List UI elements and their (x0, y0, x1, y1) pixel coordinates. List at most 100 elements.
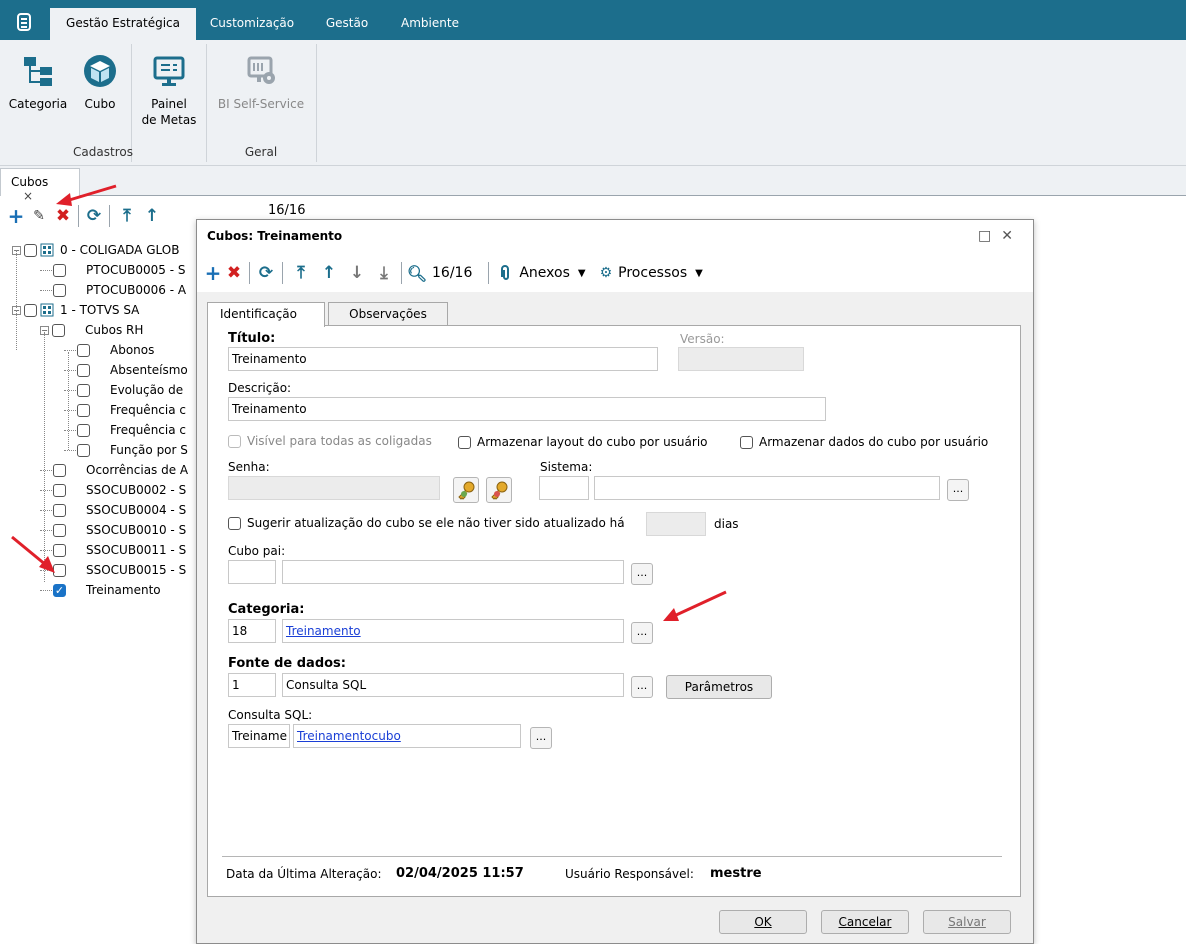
fonte-lookup-button[interactable]: ... (631, 676, 653, 698)
armazenar-layout-checkbox[interactable]: Armazenar layout do cubo por usuário (458, 435, 708, 449)
tree-checkbox[interactable] (52, 323, 65, 337)
node-absenteismo[interactable]: Absenteísmo (64, 360, 188, 380)
categoria-name-link[interactable]: Treinamento (286, 624, 361, 638)
node-ptocub0005[interactable]: PTOCUB0005 - S (40, 260, 186, 280)
node-ssocub0002[interactable]: SSOCUB0002 - S (40, 480, 186, 500)
tree-checkbox[interactable] (77, 383, 90, 397)
dialog-delete-icon[interactable]: ✖ (223, 263, 245, 283)
tree-checkbox[interactable] (53, 523, 66, 537)
tree-checkbox[interactable] (53, 263, 66, 277)
tree-checkbox[interactable] (53, 563, 66, 577)
tab-gestao[interactable]: Gestão (316, 8, 378, 40)
dialog-search-icon[interactable]: 🔍︎ (406, 264, 428, 283)
node-evolucao[interactable]: Evolução de (64, 380, 183, 400)
close-icon[interactable]: ✕ (1001, 228, 1023, 244)
app-menu-button[interactable] (6, 8, 42, 36)
cubo-pai-code-input[interactable] (228, 560, 276, 584)
node-abonos[interactable]: Abonos (64, 340, 154, 360)
cubo-pai-name-input[interactable] (282, 560, 624, 584)
dialog-refresh-icon[interactable]: ⟳ (254, 263, 278, 283)
dialog-next-record-icon[interactable]: ↓ (343, 263, 371, 283)
tree-checkbox[interactable] (77, 443, 90, 457)
delete-icon[interactable]: ✖ (52, 206, 74, 226)
node-treinamento[interactable]: ✓ Treinamento (40, 580, 161, 600)
maximize-icon[interactable]: □ (978, 228, 1001, 244)
node-ssocub0010[interactable]: SSOCUB0010 - S (40, 520, 186, 540)
categoria-code-input[interactable]: 18 (228, 619, 276, 643)
node-frequencia-2[interactable]: Frequência c (64, 420, 186, 440)
tree-checkbox[interactable] (53, 483, 66, 497)
tree-checkbox[interactable] (53, 503, 66, 517)
versao-input[interactable] (678, 347, 804, 371)
tab-close-icon[interactable]: × (23, 189, 33, 203)
tree-checkbox[interactable] (77, 423, 90, 437)
tab-gestao-estrategica[interactable]: Gestão Estratégica (50, 8, 196, 40)
senha-input[interactable] (228, 476, 440, 500)
fonte-name-input[interactable]: Consulta SQL (282, 673, 624, 697)
consulta-lookup-button[interactable]: ... (530, 727, 552, 749)
tree-checkbox[interactable] (77, 363, 90, 377)
node-ptocub0006[interactable]: PTOCUB0006 - A (40, 280, 186, 300)
titulo-input[interactable]: Treinamento (228, 347, 658, 371)
clear-password-button[interactable] (486, 477, 512, 503)
set-password-button[interactable] (453, 477, 479, 503)
tree-checkbox[interactable] (53, 463, 66, 477)
first-record-icon[interactable]: ⤒ (114, 206, 140, 226)
add-icon[interactable]: + (6, 204, 26, 228)
tree-checkbox[interactable] (77, 403, 90, 417)
cubo-button[interactable]: Cubo (74, 48, 126, 112)
node-totvs-sa[interactable]: −1 - TOTVS SA (12, 300, 139, 320)
dialog-anexos-menu[interactable]: Anexos ▼ (499, 265, 586, 281)
sistema-lookup-button[interactable]: ... (947, 479, 969, 501)
node-cubos-rh[interactable]: − Cubos RH (40, 320, 143, 340)
sugerir-atualizacao-checkbox[interactable]: Sugerir atualização do cubo se ele não t… (228, 516, 625, 530)
tree-node-label: 1 - TOTVS SA (60, 303, 140, 317)
tab-ambiente[interactable]: Ambiente (390, 8, 470, 40)
node-ocorrencias[interactable]: Ocorrências de A (40, 460, 188, 480)
cubo-pai-lookup-button[interactable]: ... (631, 563, 653, 585)
visivel-checkbox[interactable]: Visível para todas as coligadas (228, 434, 432, 448)
node-coligada-global[interactable]: −0 - COLIGADA GLOB (12, 240, 179, 260)
sistema-name-input[interactable] (594, 476, 940, 500)
cancelar-button[interactable]: Cancelar (821, 910, 909, 934)
refresh-icon[interactable]: ⟳ (83, 206, 105, 226)
categoria-button[interactable]: Categoria (6, 48, 70, 112)
node-ssocub0004[interactable]: SSOCUB0004 - S (40, 500, 186, 520)
parametros-button[interactable]: Parâmetros (666, 675, 772, 699)
node-ssocub0015[interactable]: SSOCUB0015 - S (40, 560, 186, 580)
consulta-code-input[interactable]: Treiname (228, 724, 290, 748)
dialog-first-record-icon[interactable]: ⤒ (287, 263, 315, 283)
tree-checkbox[interactable] (53, 543, 66, 557)
tree-checkbox[interactable]: ✓ (53, 583, 66, 597)
ok-button[interactable]: OK (719, 910, 807, 934)
bi-self-service-button[interactable]: BI Self-Service (212, 48, 310, 112)
dialog-processos-menu[interactable]: ⚙ Processos ▼ (600, 265, 703, 281)
consulta-name-link[interactable]: Treinamentocubo (297, 729, 401, 743)
tab-customizacao[interactable]: Customização (202, 8, 302, 40)
consulta-name-input[interactable]: Treinamentocubo (293, 724, 521, 748)
categoria-name-input[interactable]: Treinamento (282, 619, 624, 643)
tab-identificacao[interactable]: Identificação (207, 302, 325, 327)
tree-checkbox[interactable] (53, 283, 66, 297)
painel-de-metas-button[interactable]: Painel de Metas (136, 48, 202, 128)
edit-pencil-icon[interactable]: ✎ (26, 208, 52, 224)
fonte-code-input[interactable]: 1 (228, 673, 276, 697)
node-frequencia-1[interactable]: Frequência c (64, 400, 186, 420)
tree-checkbox[interactable] (24, 303, 37, 317)
previous-record-icon[interactable]: ↑ (140, 206, 164, 226)
tree-checkbox[interactable] (24, 243, 37, 257)
dialog-add-icon[interactable]: + (203, 261, 223, 285)
tab-cubos[interactable]: Cubos × (0, 168, 80, 203)
dias-input[interactable] (646, 512, 706, 536)
node-ssocub0011[interactable]: SSOCUB0011 - S (40, 540, 186, 560)
armazenar-dados-checkbox[interactable]: Armazenar dados do cubo por usuário (740, 435, 988, 449)
categoria-lookup-button[interactable]: ... (631, 622, 653, 644)
dialog-previous-record-icon[interactable]: ↑ (315, 263, 343, 283)
tree-checkbox[interactable] (77, 343, 90, 357)
salvar-button[interactable]: Salvar (923, 910, 1011, 934)
descricao-input[interactable]: Treinamento (228, 397, 826, 421)
node-funcao-por[interactable]: Função por S (64, 440, 188, 460)
dialog-last-record-icon[interactable]: ⤓ (371, 263, 397, 283)
sistema-code-input[interactable] (539, 476, 589, 500)
tab-observacoes[interactable]: Observações (328, 302, 448, 326)
